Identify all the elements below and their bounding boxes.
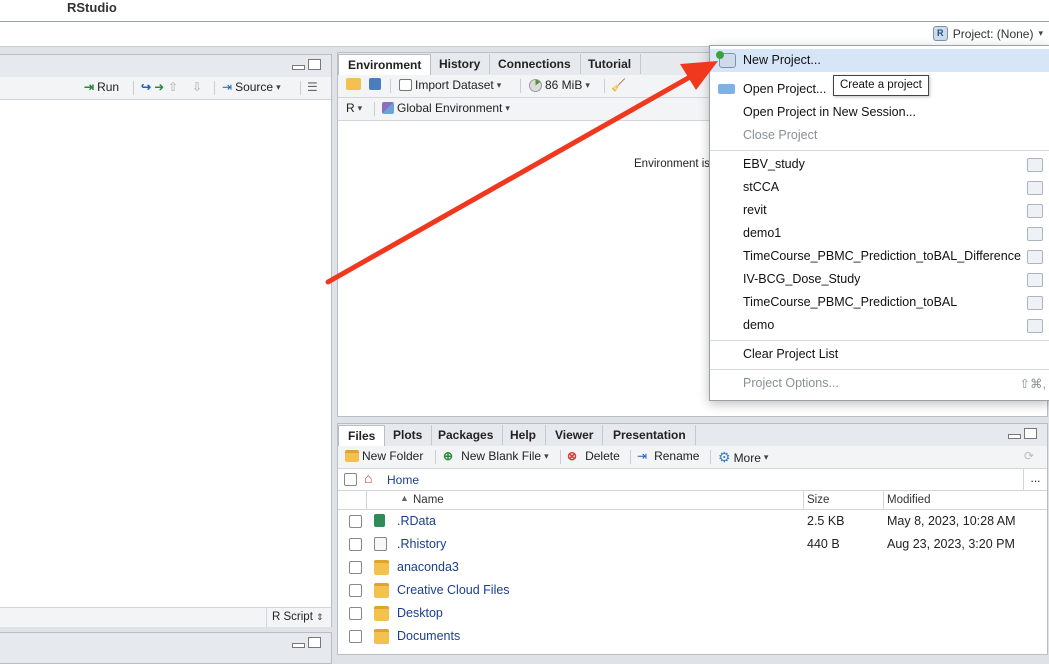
arrow-head bbox=[680, 61, 718, 90]
annotation-arrow bbox=[325, 61, 718, 285]
arrow-shaft bbox=[325, 74, 693, 285]
